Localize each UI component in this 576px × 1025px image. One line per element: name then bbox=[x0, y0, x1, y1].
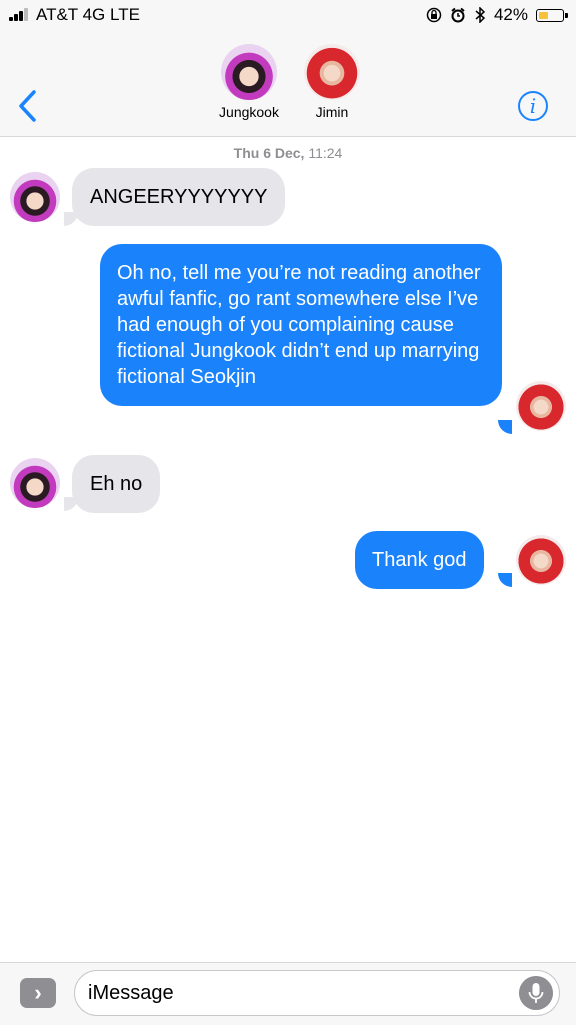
carrier-label: AT&T 4G LTE bbox=[36, 5, 140, 24]
message-bubble-outgoing[interactable]: Oh no, tell me you’re not reading anothe… bbox=[100, 244, 502, 406]
battery-percent: 42% bbox=[493, 5, 528, 24]
orientation-lock-icon bbox=[426, 7, 442, 23]
sender-avatar[interactable] bbox=[516, 535, 566, 585]
sender-avatar[interactable] bbox=[516, 381, 566, 431]
sender-avatar[interactable] bbox=[10, 458, 60, 508]
contact-name: Jungkook bbox=[219, 104, 279, 120]
message-text: Thank god bbox=[372, 549, 467, 571]
message-composer: › iMessage bbox=[0, 962, 576, 1025]
status-right-group: 42% bbox=[426, 5, 568, 25]
avatar bbox=[304, 44, 360, 100]
timestamp-day: Thu 6 Dec, bbox=[233, 145, 305, 161]
contact-jungkook[interactable]: Jungkook bbox=[204, 44, 294, 120]
alarm-icon bbox=[451, 7, 465, 23]
message-text: ANGEERYYYYYYY bbox=[90, 186, 268, 208]
message-bubble-incoming[interactable]: ANGEERYYYYYYY bbox=[72, 168, 286, 226]
bubble-tail bbox=[498, 573, 512, 587]
message-bubble-incoming[interactable]: Eh no bbox=[72, 455, 161, 513]
message-input-placeholder: iMessage bbox=[88, 982, 174, 1004]
contact-name: Jimin bbox=[315, 104, 349, 120]
message-text: Eh no bbox=[90, 473, 143, 495]
contact-jimin[interactable]: Jimin bbox=[287, 44, 377, 120]
bubble-tail bbox=[498, 420, 512, 434]
sender-avatar[interactable] bbox=[10, 172, 60, 222]
avatar bbox=[221, 44, 277, 100]
bluetooth-icon bbox=[475, 7, 486, 23]
message-bubble-outgoing[interactable]: Thank god bbox=[355, 531, 484, 589]
message-timestamp: Thu 6 Dec, 11:24 bbox=[0, 145, 576, 161]
message-text: Oh no, tell me you’re not reading anothe… bbox=[117, 262, 481, 388]
chevron-left-icon[interactable] bbox=[14, 88, 42, 124]
apps-button[interactable]: › bbox=[20, 978, 56, 1008]
microphone-icon[interactable] bbox=[519, 976, 553, 1010]
timestamp-time: 11:24 bbox=[308, 145, 343, 161]
status-bar: AT&T 4G LTE 42% bbox=[0, 0, 576, 30]
message-input[interactable]: iMessage bbox=[74, 970, 560, 1016]
battery-icon bbox=[536, 8, 568, 22]
battery-fill bbox=[539, 11, 548, 19]
signal-icon bbox=[9, 8, 33, 21]
info-icon[interactable]: i bbox=[518, 91, 548, 121]
conversation-header: AT&T 4G LTE 42% Jungkook Jimin i bbox=[0, 0, 576, 137]
